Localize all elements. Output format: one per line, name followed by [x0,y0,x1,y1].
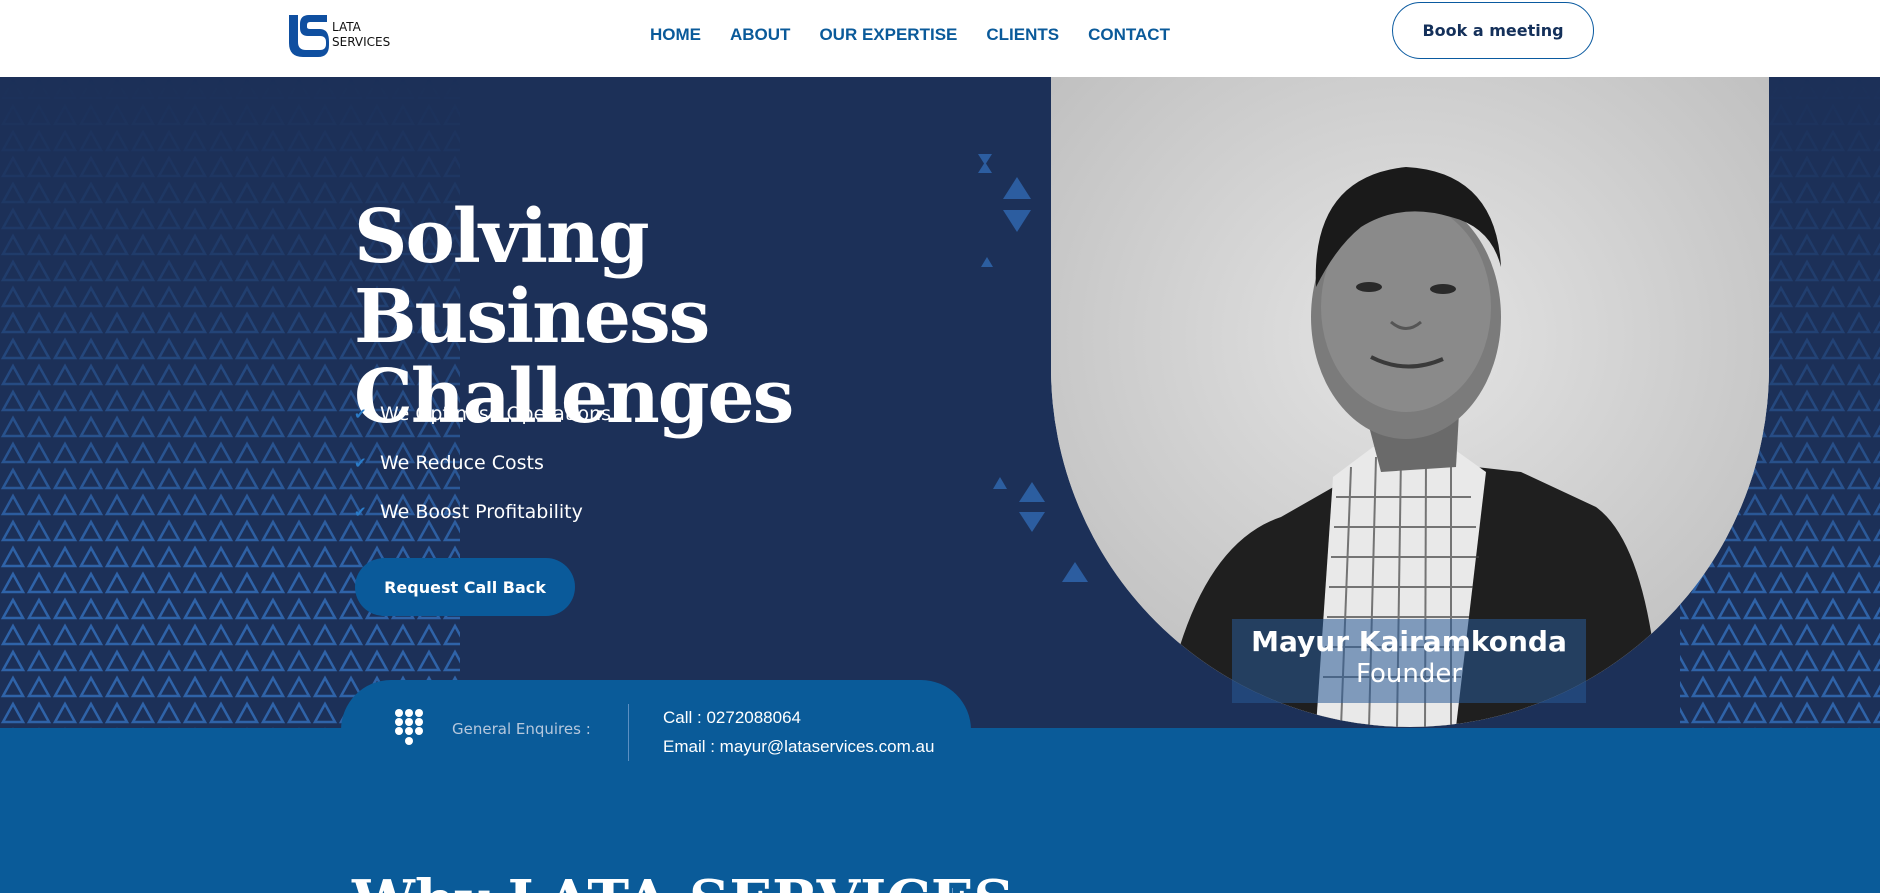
dialpad-icon [395,709,423,745]
founder-role: Founder [1355,659,1463,689]
nav-about[interactable]: ABOUT [730,25,790,45]
hero-title-line-1: Solving Business [354,194,710,360]
nav-contact[interactable]: CONTACT [1088,25,1170,45]
contact-card: General Enquires : Call : 0272088064 Ema… [341,680,971,780]
check-icon: ✔ [354,404,367,423]
main-nav: HOME ABOUT OUR EXPERTISE CLIENTS CONTACT [650,25,1170,45]
benefit-item: ✔ We Reduce Costs [354,438,611,487]
logo-line-1: LATA [332,20,361,34]
section-divider [952,888,953,893]
benefits-list: ✔ We Optimise Operations ✔ We Reduce Cos… [354,389,611,536]
card-divider [628,704,629,761]
email-link[interactable]: Email : mayur@lataservices.com.au [663,737,934,757]
nav-our-expertise[interactable]: OUR EXPERTISE [819,25,957,45]
founder-name: Mayur Kairamkonda [1251,625,1567,658]
request-call-back-button[interactable]: Request Call Back [355,558,575,616]
benefit-item: ✔ We Boost Profitability [354,487,611,536]
benefit-label: We Optimise Operations [380,402,612,425]
why-heading: Why LATA SERVICES [352,866,1014,893]
logo[interactable]: LATA SERVICES [286,12,416,58]
check-icon: ✔ [354,453,367,472]
logo-mark-icon [289,15,329,57]
founder-caption: Mayur Kairamkonda Founder [1232,619,1586,703]
benefit-item: ✔ We Optimise Operations [354,389,611,438]
nav-clients[interactable]: CLIENTS [986,25,1059,45]
logo-line-2: SERVICES [332,35,391,49]
benefit-label: We Reduce Costs [380,451,544,474]
benefit-label: We Boost Profitability [380,500,583,523]
logo-wordmark: LATA SERVICES [332,20,390,50]
general-enquiries-label: General Enquires : [452,720,591,738]
check-icon: ✔ [354,502,367,521]
book-meeting-button[interactable]: Book a meeting [1392,2,1594,59]
hero-section: Solving Business Challenges ✔ We Optimis… [0,77,1880,729]
site-header: LATA SERVICES HOME ABOUT OUR EXPERTISE C… [0,0,1880,77]
call-link[interactable]: Call : 0272088064 [663,708,801,728]
nav-home[interactable]: HOME [650,25,701,45]
